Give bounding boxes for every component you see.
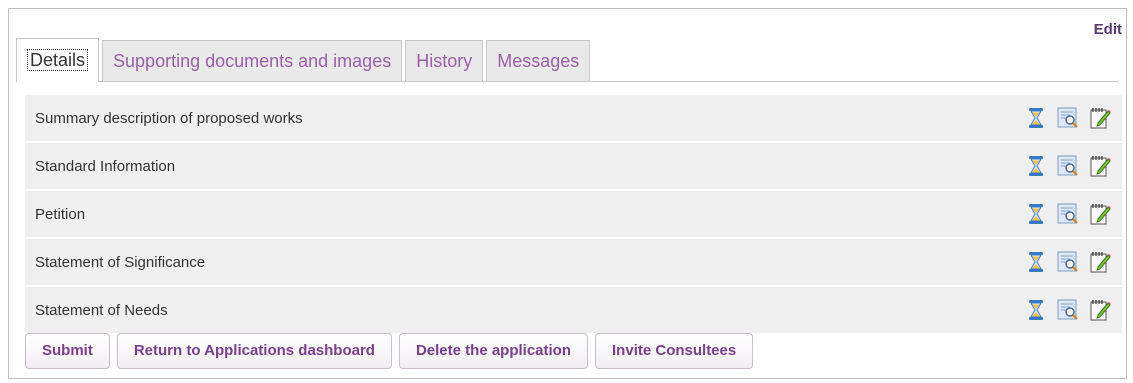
section-actions [1024, 250, 1112, 274]
list-item: Standard Information [25, 143, 1122, 189]
hourglass-icon[interactable] [1024, 298, 1048, 322]
list-item: Statement of Significance [25, 239, 1122, 285]
tab-supporting-documents[interactable]: Supporting documents and images [102, 40, 403, 82]
tab-supporting-documents-label: Supporting documents and images [113, 51, 392, 71]
section-list: Summary description of proposed works St… [25, 95, 1122, 335]
hourglass-icon[interactable] [1024, 202, 1048, 226]
list-item: Petition [25, 191, 1122, 237]
hourglass-icon[interactable] [1024, 106, 1048, 130]
return-to-dashboard-button[interactable]: Return to Applications dashboard [116, 333, 392, 369]
tab-details-label: Details [27, 49, 89, 71]
section-label: Statement of Needs [35, 301, 168, 319]
preview-icon[interactable] [1056, 154, 1080, 178]
preview-icon[interactable] [1056, 298, 1080, 322]
section-label: Standard Information [35, 157, 176, 175]
edit-note-icon[interactable] [1088, 202, 1112, 226]
edit-note-icon[interactable] [1088, 106, 1112, 130]
section-label: Statement of Significance [35, 253, 206, 271]
hourglass-icon[interactable] [1024, 154, 1048, 178]
list-item: Summary description of proposed works [25, 95, 1122, 141]
tab-messages-label: Messages [497, 51, 580, 71]
edit-note-icon[interactable] [1088, 298, 1112, 322]
action-bar: Submit Return to Applications dashboard … [25, 333, 754, 369]
section-actions [1024, 106, 1112, 130]
list-item: Statement of Needs [25, 287, 1122, 333]
edit-link[interactable]: Edit [1094, 21, 1122, 38]
tab-divider [16, 81, 1119, 82]
tab-history[interactable]: History [405, 40, 484, 82]
section-actions [1024, 202, 1112, 226]
submit-button[interactable]: Submit [25, 333, 110, 369]
preview-icon[interactable] [1056, 202, 1080, 226]
edit-note-icon[interactable] [1088, 154, 1112, 178]
section-actions [1024, 154, 1112, 178]
tab-details[interactable]: Details [16, 38, 100, 82]
section-label: Petition [35, 205, 86, 223]
edit-note-icon[interactable] [1088, 250, 1112, 274]
tab-history-label: History [416, 51, 473, 71]
section-actions [1024, 298, 1112, 322]
section-label: Summary description of proposed works [35, 109, 303, 127]
tab-messages[interactable]: Messages [486, 40, 591, 82]
application-panel: Edit Details Supporting documents and im… [8, 8, 1127, 379]
preview-icon[interactable] [1056, 106, 1080, 130]
hourglass-icon[interactable] [1024, 250, 1048, 274]
delete-application-button[interactable]: Delete the application [398, 333, 589, 369]
preview-icon[interactable] [1056, 250, 1080, 274]
invite-consultees-button[interactable]: Invite Consultees [595, 333, 754, 369]
tab-bar: Details Supporting documents and images … [16, 38, 593, 82]
